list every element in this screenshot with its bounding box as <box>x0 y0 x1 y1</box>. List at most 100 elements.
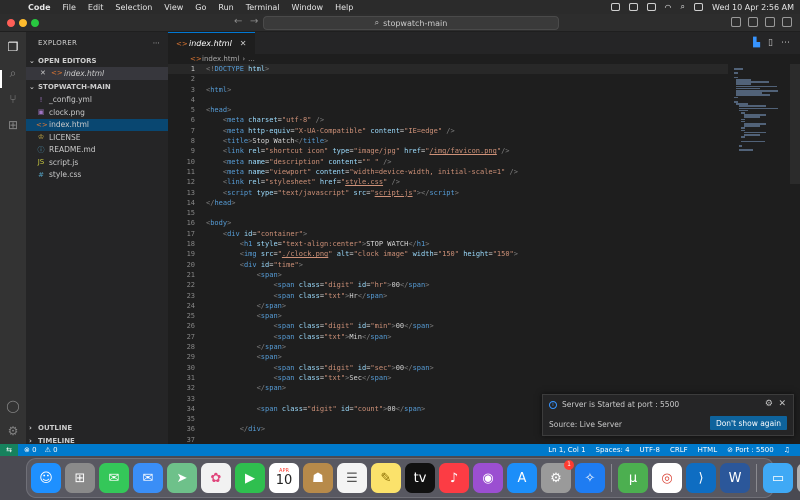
menu-run[interactable]: Run <box>218 3 233 12</box>
source-control-icon[interactable]: ⑂ <box>6 92 20 106</box>
open-editor-item[interactable]: ✕ <> index.html <box>26 67 168 80</box>
tray-app-icon[interactable] <box>610 3 620 11</box>
warnings-indicator[interactable]: ⚠ 0 <box>45 446 58 454</box>
command-center-search[interactable]: ⌕ stopwatch-main <box>263 16 559 30</box>
menu-window[interactable]: Window <box>292 3 324 12</box>
file-item-script[interactable]: JS script.js <box>26 156 168 169</box>
encoding[interactable]: UTF-8 <box>640 446 660 454</box>
facetime-icon[interactable]: ▶ <box>235 463 265 493</box>
menu-help[interactable]: Help <box>335 3 353 12</box>
spotlight-icon[interactable]: ⌕ <box>681 2 685 12</box>
toggle-sidebar-icon[interactable] <box>731 17 741 27</box>
word-icon[interactable]: W <box>720 463 750 493</box>
safari-icon[interactable]: ✧ <box>575 463 605 493</box>
css-file-icon: # <box>38 170 44 179</box>
vscode-icon[interactable]: ⟩ <box>686 463 716 493</box>
breadcrumb-more[interactable]: ... <box>248 55 255 63</box>
file-item-config[interactable]: ! _config.yml <box>26 94 168 107</box>
close-icon[interactable]: ✕ <box>40 69 49 77</box>
open-editors-section[interactable]: ⌄ OPEN EDITORS <box>26 54 168 67</box>
errors-count: 0 <box>32 446 37 454</box>
clock-text[interactable]: Wed 10 Apr 2:56 AM <box>712 3 794 12</box>
apple-tv-icon[interactable]: tv <box>405 463 435 493</box>
manage-gear-icon[interactable]: ⚙ <box>6 424 20 438</box>
folder-section[interactable]: ⌄ STOPWATCH-MAIN <box>26 81 168 94</box>
dont-show-again-button[interactable]: Don't show again <box>709 416 787 430</box>
reminders-icon[interactable]: ☰ <box>337 463 367 493</box>
file-item-index[interactable]: <> index.html <box>26 118 168 131</box>
gear-icon[interactable]: ⚙ <box>765 399 773 409</box>
downloads-folder-icon[interactable]: ▭ <box>763 463 793 493</box>
editor-scrollbar[interactable] <box>790 64 800 184</box>
system-settings-icon[interactable]: ⚙ 1 <box>541 460 574 493</box>
close-window-button[interactable] <box>7 19 15 27</box>
podcasts-icon[interactable]: ◉ <box>473 463 503 493</box>
menu-go[interactable]: Go <box>195 3 206 12</box>
explorer-icon[interactable]: ❐ <box>6 40 20 54</box>
account-icon[interactable]: ◯ <box>6 399 20 413</box>
music-icon[interactable]: ♪ <box>439 463 469 493</box>
errors-indicator[interactable]: ⊗ 0 <box>24 446 37 454</box>
code-line: 10 <meta name="description" content="" "… <box>168 157 728 167</box>
contacts-icon[interactable]: ☗ <box>303 463 333 493</box>
line-number: 34 <box>186 404 195 413</box>
customize-layout-icon[interactable] <box>782 17 792 27</box>
more-actions-icon[interactable]: ⋯ <box>153 39 160 47</box>
maps-icon[interactable]: ➤ <box>167 463 197 493</box>
maximize-window-button[interactable] <box>31 19 39 27</box>
file-item-style[interactable]: # style.css <box>26 169 168 182</box>
line-number: 12 <box>186 178 195 187</box>
messages-icon[interactable]: ✉ <box>99 463 129 493</box>
photos-icon[interactable]: ✿ <box>201 463 231 493</box>
menu-terminal[interactable]: Terminal <box>246 3 280 12</box>
line-number: 19 <box>186 250 195 259</box>
file-item-clock[interactable]: ▣ clock.png <box>26 106 168 119</box>
editor-tab-bar: <> index.html ✕ ▙ ▯ ⋯ <box>168 32 800 54</box>
utorrent-icon[interactable]: µ <box>618 463 648 493</box>
line-number: 32 <box>186 384 195 393</box>
line-number: 35 <box>186 415 195 424</box>
menu-edit[interactable]: Edit <box>88 3 104 12</box>
remote-indicator-icon[interactable]: ⇆ <box>0 444 18 456</box>
finder-icon[interactable]: ☺ <box>31 463 61 493</box>
chrome-icon[interactable]: ◎ <box>652 463 682 493</box>
forward-arrow-icon[interactable]: → <box>250 16 258 27</box>
notes-icon[interactable]: ✎ <box>371 463 401 493</box>
code-line: 21 <span> <box>168 270 728 280</box>
toggle-panel-icon[interactable] <box>748 17 758 27</box>
notifications-bell-icon[interactable]: ♫ <box>784 446 790 454</box>
close-icon[interactable]: ✕ <box>778 399 786 409</box>
menu-view[interactable]: View <box>164 3 183 12</box>
language-mode[interactable]: HTML <box>698 446 717 454</box>
breadcrumb-file[interactable]: index.html <box>202 55 239 63</box>
toggle-secondary-sidebar-icon[interactable] <box>765 17 775 27</box>
back-arrow-icon[interactable]: ← <box>234 16 242 27</box>
cursor-position[interactable]: Ln 1, Col 1 <box>548 446 585 454</box>
battery-icon[interactable] <box>646 3 656 11</box>
menu-selection[interactable]: Selection <box>115 3 152 12</box>
outline-section[interactable]: › OUTLINE <box>26 421 168 434</box>
go-live-icon[interactable]: ▙ <box>753 38 760 48</box>
menu-app-name[interactable]: Code <box>28 3 51 12</box>
keyboard-icon[interactable] <box>628 3 638 11</box>
tab-index-html[interactable]: <> index.html ✕ <box>168 32 255 54</box>
file-item-readme[interactable]: ⓘ README.md <box>26 144 168 157</box>
minimize-window-button[interactable] <box>19 19 27 27</box>
split-editor-icon[interactable]: ▯ <box>768 38 773 48</box>
launchpad-icon[interactable]: ⊞ <box>65 463 95 493</box>
file-item-license[interactable]: ♔ LICENSE <box>26 131 168 144</box>
search-view-icon[interactable]: ⌕ <box>6 66 20 80</box>
end-of-line[interactable]: CRLF <box>670 446 688 454</box>
more-actions-icon[interactable]: ⋯ <box>781 38 790 48</box>
extensions-icon[interactable]: ⊞ <box>6 118 20 132</box>
app-store-icon[interactable]: A <box>507 463 537 493</box>
live-server-port[interactable]: ⊘ Port : 5500 <box>727 446 774 454</box>
wifi-icon[interactable]: ◠ <box>665 3 672 12</box>
control-center-icon[interactable] <box>694 3 704 11</box>
mail-icon[interactable]: ✉ <box>133 463 163 493</box>
menu-file[interactable]: File <box>63 3 76 12</box>
calendar-icon[interactable]: APR 10 <box>269 463 299 493</box>
indentation[interactable]: Spaces: 4 <box>596 446 630 454</box>
close-icon[interactable]: ✕ <box>240 39 247 48</box>
code-editor[interactable]: 1 <!DOCTYPE html> 2 3 <html> 4 5 <head> 6 <… <box>168 64 728 454</box>
